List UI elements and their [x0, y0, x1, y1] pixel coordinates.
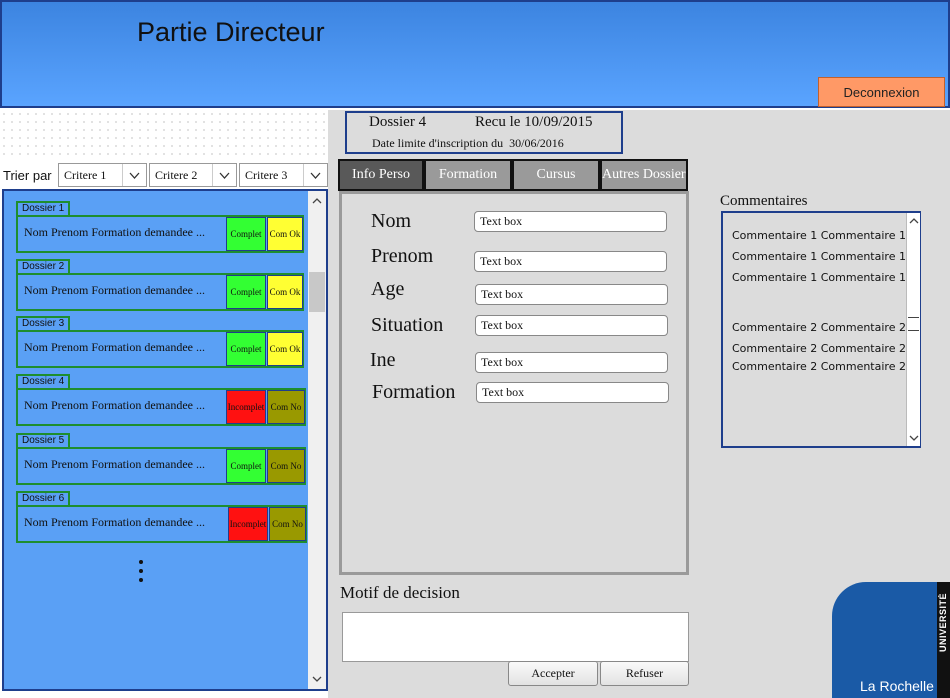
sort-criterion-2-select[interactable]: Critere 2: [149, 163, 237, 187]
more-items-icon: [136, 560, 146, 587]
comment-line: Commentaire 1 Commentaire 1: [732, 250, 906, 263]
decision-reason-input[interactable]: [342, 612, 689, 662]
logout-button[interactable]: Deconnexion: [818, 77, 945, 107]
comment-badge: Com Ok: [267, 275, 303, 309]
chevron-down-icon: [303, 164, 327, 186]
status-badge: Incomplet: [228, 507, 268, 541]
age-field[interactable]: Text box: [475, 284, 668, 305]
sort-criterion-2-value: Critere 2: [155, 167, 198, 182]
field-label-prenom: Prenom: [371, 245, 434, 267]
field-label-formation: Formation: [372, 381, 456, 403]
logo-text: La Rochelle: [860, 678, 934, 694]
scroll-up-icon[interactable]: [907, 213, 921, 229]
comment-line: Commentaire 2 Commentaire 2: [732, 321, 906, 334]
dossier-summary: Nom Prenom Formation demandee ...: [24, 225, 205, 239]
field-label-ine: Ine: [370, 349, 396, 371]
dossier-summary: Nom Prenom Formation demandee ...: [24, 515, 205, 529]
dossier-tab-label: Dossier 2: [16, 259, 71, 273]
comment-line: Commentaire 2 Commentaire 2: [732, 342, 906, 355]
dossier-tab-label: Dossier 3: [16, 316, 71, 330]
formation-field[interactable]: Text box: [476, 382, 669, 403]
comment-badge: Com No: [267, 390, 305, 424]
comments-scrollbar[interactable]: [906, 213, 920, 446]
comment-badge: Com Ok: [267, 332, 303, 366]
accept-button[interactable]: Accepter: [508, 661, 598, 686]
sort-criterion-1-select[interactable]: Critere 1: [58, 163, 147, 187]
dossier-tab-label: Dossier 5: [16, 433, 71, 447]
status-badge: Complet: [226, 449, 266, 483]
field-label-situation: Situation: [371, 314, 444, 336]
comment-badge: Com Ok: [267, 217, 303, 251]
field-label-nom: Nom: [371, 210, 411, 232]
tab-info-perso[interactable]: Info Perso: [338, 159, 424, 191]
tab-formation[interactable]: Formation: [424, 159, 512, 191]
dossier-summary: Nom Prenom Formation demandee ...: [24, 340, 205, 354]
dotted-background: [0, 110, 328, 158]
status-badge: Complet: [226, 275, 266, 309]
dossier-row[interactable]: Nom Prenom Formation demandee ... Incomp…: [16, 388, 306, 426]
deadline-date: Date limite d'inscription du 30/06/2016: [372, 136, 564, 150]
comment-line: Commentaire 1 Commentaire 1: [732, 229, 906, 242]
decision-reason-label: Motif de decision: [340, 583, 460, 602]
page-title: Partie Directeur: [137, 17, 325, 47]
nom-field[interactable]: Text box: [474, 211, 667, 232]
scroll-up-icon[interactable]: [308, 193, 326, 209]
comments-label: Commentaires: [720, 193, 808, 209]
dossier-row[interactable]: Nom Prenom Formation demandee ... Comple…: [16, 273, 304, 311]
dossier-row[interactable]: Nom Prenom Formation demandee ... Incomp…: [16, 505, 307, 543]
ine-field[interactable]: Text box: [475, 352, 668, 373]
dossier-header: Dossier 4 Recu le 10/09/2015 Date limite…: [345, 111, 623, 154]
situation-field[interactable]: Text box: [475, 315, 668, 336]
scroll-down-icon[interactable]: [907, 430, 921, 446]
dossier-tab-label: Dossier 1: [16, 201, 71, 215]
dossier-row[interactable]: Nom Prenom Formation demandee ... Comple…: [16, 447, 306, 485]
refuse-button[interactable]: Refuser: [600, 661, 689, 686]
dossier-summary: Nom Prenom Formation demandee ...: [24, 398, 205, 412]
comment-badge: Com No: [267, 449, 305, 483]
dossier-summary: Nom Prenom Formation demandee ...: [24, 457, 205, 471]
prenom-field[interactable]: Text box: [474, 251, 667, 272]
received-date: Recu le 10/09/2015: [475, 114, 593, 130]
status-badge: Complet: [226, 217, 266, 251]
list-scrollbar[interactable]: [308, 191, 326, 689]
tab-autres-dossiers[interactable]: Autres Dossiers: [600, 159, 688, 191]
scroll-thumb[interactable]: [309, 272, 325, 312]
dossier-row[interactable]: Nom Prenom Formation demandee ... Comple…: [16, 330, 304, 368]
sort-criterion-1-value: Critere 1: [64, 167, 107, 182]
scroll-down-icon[interactable]: [308, 671, 326, 687]
scroll-thumb-grip[interactable]: [908, 317, 919, 331]
logo-vertical-text: UNIVERSITÉ: [938, 592, 948, 652]
comment-badge: Com No: [269, 507, 306, 541]
dossier-row[interactable]: Nom Prenom Formation demandee ... Comple…: [16, 215, 304, 253]
status-badge: Complet: [226, 332, 266, 366]
chevron-down-icon: [212, 164, 236, 186]
comments-box: Commentaire 1 Commentaire 1 Commentaire …: [721, 211, 921, 448]
comment-line: Commentaire 1 Commentaire 1: [732, 271, 906, 284]
dossier-tab-label: Dossier 6: [16, 491, 71, 505]
comment-line: Commentaire 2 Commentaire 2: [732, 360, 906, 373]
dossier-name: Dossier 4: [369, 114, 427, 130]
status-badge: Incomplet: [226, 390, 266, 424]
dossier-tab-label: Dossier 4: [16, 374, 71, 388]
field-label-age: Age: [371, 278, 405, 300]
sort-criterion-3-value: Critere 3: [245, 167, 288, 182]
dossier-summary: Nom Prenom Formation demandee ...: [24, 283, 205, 297]
sort-label: Trier par: [3, 168, 52, 183]
chevron-down-icon: [122, 164, 146, 186]
tab-cursus[interactable]: Cursus: [512, 159, 600, 191]
sort-criterion-3-select[interactable]: Critere 3: [239, 163, 328, 187]
